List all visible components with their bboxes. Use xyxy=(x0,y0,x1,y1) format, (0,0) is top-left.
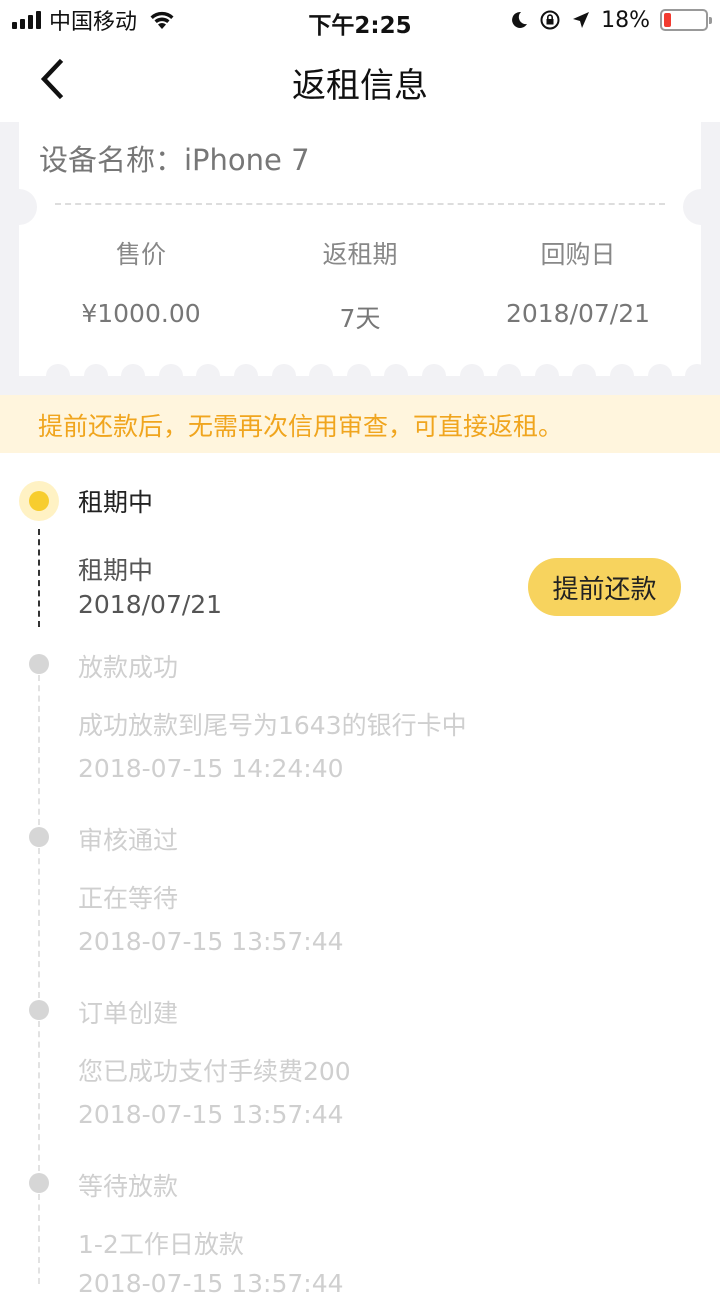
timeline-step-title: 等待放款 xyxy=(78,1172,179,1201)
ticket-scallop xyxy=(459,364,484,388)
battery-percent: 18% xyxy=(601,7,650,33)
ticket-scallop xyxy=(685,364,710,388)
status-bar: 中国移动 下午2:25 18% xyxy=(0,0,720,40)
lease-period-column: 返租期 7天 xyxy=(250,235,470,335)
buyback-date-label: 回购日 xyxy=(540,240,616,269)
location-arrow-icon xyxy=(573,12,590,28)
navigation-bar: 返租信息 xyxy=(0,40,720,122)
timeline-connector xyxy=(38,1194,40,1284)
ticket-scallop xyxy=(196,364,221,388)
ticket-notch-left xyxy=(1,189,37,225)
ticket-scallop xyxy=(384,364,409,388)
ticket-scallop xyxy=(610,364,634,388)
ticket-scallop xyxy=(647,364,672,388)
rotation-lock-icon xyxy=(540,10,560,30)
ticket-scallop xyxy=(121,364,146,388)
battery-icon xyxy=(660,9,712,31)
timeline-dot xyxy=(29,654,49,674)
timeline-step-detail: 正在等待 xyxy=(78,884,179,913)
ticket-scallop xyxy=(271,364,296,388)
timeline-dot-active xyxy=(19,481,59,521)
timeline-step-time: 2018-07-15 13:57:44 xyxy=(78,927,344,956)
status-timeline: 租期中 租期中 2018/07/21 提前还款 放款成功 成功放款到尾号为164… xyxy=(0,453,720,1298)
price-column: 售价 ¥1000.00 xyxy=(31,235,251,328)
timeline-current-title: 租期中 xyxy=(78,488,154,517)
timeline-step-time: 2018-07-15 13:57:44 xyxy=(78,1100,344,1129)
price-label: 售价 xyxy=(115,240,166,269)
timeline-current-status: 租期中 xyxy=(78,556,154,585)
battery-level xyxy=(664,13,672,27)
notice-text: 提前还款后，无需再次信用审查，可直接返租。 xyxy=(38,412,564,441)
timeline-step-title: 审核通过 xyxy=(78,826,179,855)
ticket-notch-right xyxy=(683,189,719,225)
notice-banner: 提前还款后，无需再次信用审查，可直接返租。 xyxy=(0,395,720,453)
ticket-divider xyxy=(55,203,665,205)
timeline-step-detail: 您已成功支付手续费200 xyxy=(78,1057,351,1086)
timeline-step-time: 2018-07-15 14:24:40 xyxy=(78,754,344,783)
page-title: 返租信息 xyxy=(292,66,428,106)
device-name: 设备名称：iPhone 7 xyxy=(39,143,310,177)
timeline-connector xyxy=(38,1021,40,1171)
lease-period-label: 返租期 xyxy=(322,240,398,269)
moon-icon xyxy=(512,11,528,28)
timeline-current-date: 2018/07/21 xyxy=(78,590,223,619)
timeline-dot xyxy=(29,827,49,847)
ticket-scallop xyxy=(234,364,258,388)
price-value: ¥1000.00 xyxy=(81,299,201,328)
timeline-step-detail: 成功放款到尾号为1643的银行卡中 xyxy=(78,711,467,740)
timeline-dot-active-inner xyxy=(29,491,49,511)
timeline-step-title: 放款成功 xyxy=(78,653,179,682)
timeline-dot xyxy=(29,1000,49,1020)
buyback-date-value: 2018/07/21 xyxy=(505,299,651,328)
lease-period-value: 7天 xyxy=(339,304,381,333)
ticket-scallop xyxy=(534,364,559,388)
buyback-date-column: 回购日 2018/07/21 xyxy=(468,235,688,328)
ticket-scallop xyxy=(83,364,108,388)
ticket-scallop xyxy=(158,364,183,388)
ticket-scallop xyxy=(422,364,446,388)
status-right: 18% xyxy=(509,6,712,34)
timeline-step-detail: 1-2工作日放款 xyxy=(78,1230,244,1259)
timeline-connector xyxy=(38,675,40,825)
ticket-scallop xyxy=(309,364,334,388)
ticket-scallop xyxy=(346,364,371,388)
prepay-button[interactable]: 提前还款 xyxy=(528,558,681,616)
timeline-step-title: 订单创建 xyxy=(78,999,179,1028)
timeline-step-time: 2018-07-15 13:57:44 xyxy=(78,1269,344,1298)
timeline-connector xyxy=(38,848,40,998)
timeline-dot xyxy=(29,1173,49,1193)
ticket-scallop xyxy=(46,364,70,388)
ticket-scalloped-edge xyxy=(19,364,710,388)
ticket-scallop xyxy=(497,364,522,388)
ticket-section: 设备名称：iPhone 7 售价 ¥1000.00 返租期 7天 回购日 201… xyxy=(0,122,720,395)
ticket-scallop xyxy=(572,364,597,388)
ticket-card: 设备名称：iPhone 7 售价 ¥1000.00 返租期 7天 回购日 201… xyxy=(1,122,719,376)
timeline-connector-active xyxy=(38,529,40,627)
